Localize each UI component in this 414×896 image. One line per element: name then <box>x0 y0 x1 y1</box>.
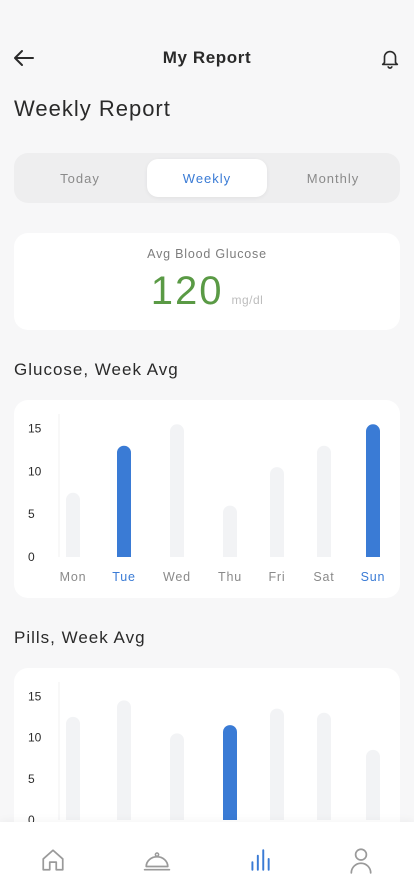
report-screen: My Report Weekly Report Today Weekly Mon… <box>0 0 414 896</box>
pills-chart-card: 0 5 10 15 <box>14 668 400 848</box>
x-tick-label-sun: Sun <box>361 570 386 584</box>
tab-weekly[interactable]: Weekly <box>147 159 267 197</box>
cloche-icon <box>143 852 171 871</box>
y-tick-label: 10 <box>28 464 42 478</box>
nav-profile[interactable] <box>345 844 377 876</box>
bar-tue[interactable] <box>117 445 131 567</box>
x-tick-label-sat: Sat <box>313 570 334 584</box>
bottom-nav <box>0 822 414 896</box>
bar-sun[interactable] <box>366 749 380 830</box>
bar-sat[interactable] <box>317 445 331 567</box>
bar-mon[interactable] <box>66 716 80 830</box>
glucose-chart: 0 5 10 15 Mon Tue Wed Thu Fri Sat Sun <box>28 414 400 584</box>
bar-fri[interactable] <box>270 467 284 567</box>
avg-glucose-value: 120 <box>150 269 224 313</box>
header: My Report <box>0 40 414 76</box>
page-title: Weekly Report <box>14 96 171 121</box>
bar-wed[interactable] <box>170 424 184 567</box>
user-icon <box>350 848 372 874</box>
bar-sun[interactable] <box>366 424 380 567</box>
y-tick-label: 10 <box>28 731 42 745</box>
nav-reports[interactable] <box>244 844 276 876</box>
bar-wed[interactable] <box>170 733 184 830</box>
glucose-chart-card: 0 5 10 15 Mon Tue Wed Thu Fri Sat Sun <box>14 400 400 598</box>
avg-glucose-value-row: 120 mg/dl <box>14 269 400 314</box>
x-tick-label-wed: Wed <box>163 570 191 584</box>
y-tick-label: 15 <box>28 422 42 436</box>
bar-chart-icon <box>251 849 270 871</box>
baseline-mask <box>60 557 400 569</box>
nav-home[interactable] <box>37 844 69 876</box>
tab-monthly[interactable]: Monthly <box>273 159 393 197</box>
pills-chart: 051015 <box>28 682 400 832</box>
y-tick-label: 5 <box>28 507 35 521</box>
home-icon <box>42 849 64 871</box>
glucose-section-title: Glucose, Week Avg <box>14 360 179 379</box>
bell-icon <box>381 50 399 69</box>
bar-sat[interactable] <box>317 712 331 830</box>
period-tabs: Today Weekly Monthly <box>14 153 400 203</box>
avg-glucose-unit: mg/dl <box>231 293 264 307</box>
notifications-button[interactable] <box>376 44 404 72</box>
y-tick-label: 5 <box>28 772 35 786</box>
header-title: My Report <box>162 48 252 67</box>
nav-meals[interactable] <box>141 844 173 876</box>
x-tick-label-thu: Thu <box>218 570 242 584</box>
y-tick-label: 15 <box>28 689 42 703</box>
x-tick-label-mon: Mon <box>60 570 87 584</box>
tab-today[interactable]: Today <box>20 159 140 197</box>
bar-mon[interactable] <box>66 492 80 567</box>
bar-tue[interactable] <box>117 700 131 830</box>
x-tick-label-fri: Fri <box>269 570 286 584</box>
x-tick-label-tue: Tue <box>112 570 135 584</box>
bar-thu[interactable] <box>223 725 237 830</box>
pills-section-title: Pills, Week Avg <box>14 628 146 647</box>
bar-fri[interactable] <box>270 708 284 830</box>
avg-glucose-label: Avg Blood Glucose <box>147 247 267 261</box>
y-tick-label: 0 <box>28 550 35 564</box>
avg-glucose-card: Avg Blood Glucose 120 mg/dl <box>14 233 400 330</box>
